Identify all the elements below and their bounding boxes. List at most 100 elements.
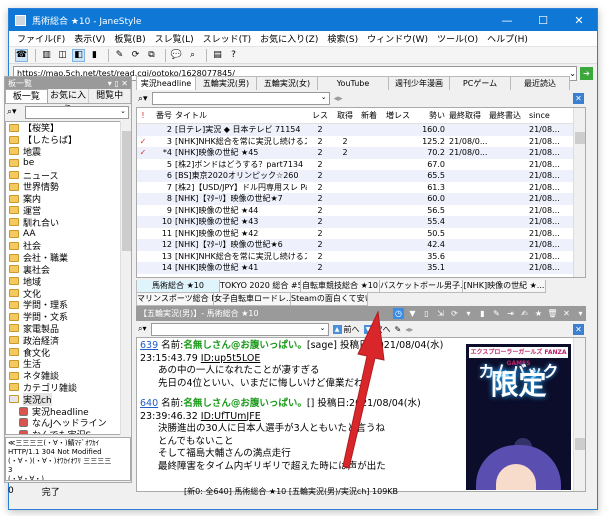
table-row[interactable]: 9 [NHK]映像の世紀 ★44 2 56.5 21/08... <box>137 205 585 217</box>
splitter-icon[interactable]: ◂▸ <box>405 325 413 334</box>
thread-tab[interactable]: 自転車競技総合 ★10 <box>300 280 380 293</box>
jump-icon[interactable]: ⇥ <box>505 308 516 319</box>
board-tab[interactable]: 五輪実況(女) <box>256 76 318 90</box>
search-icon[interactable]: ⌕▾ <box>138 324 147 334</box>
board-tree-scrollbar[interactable] <box>120 121 131 435</box>
dropdown-icon[interactable]: ▾ <box>463 308 474 319</box>
table-row[interactable]: ✓ 3 [NHK]NHK総合を常に実況し続けるス... 2 2 125.2 21/08/0.… <box>137 136 585 148</box>
board-tab[interactable]: 実況headline <box>136 76 196 90</box>
close-thread-icon[interactable]: ✕ <box>561 308 572 319</box>
document-icon[interactable]: ▯ <box>421 308 432 319</box>
column-header[interactable]: レス <box>307 110 333 121</box>
minimize-button[interactable]: — <box>489 14 525 27</box>
refresh-icon[interactable]: ⟳ <box>129 49 142 62</box>
advertisement-banner[interactable]: エクスプローラーガールズ FANZA GAMES カムバック 限定 <box>466 344 571 490</box>
write-icon[interactable]: ✎ <box>113 49 126 62</box>
board-category[interactable]: 生活 <box>6 358 121 370</box>
highlight-pen-icon[interactable]: ✎ <box>395 325 402 334</box>
board-category[interactable]: 馴れ合い <box>6 216 121 229</box>
board-item[interactable]: 実況headline <box>6 405 121 418</box>
board-category[interactable]: 実況ch <box>6 392 121 406</box>
column-header[interactable]: ! <box>137 111 149 120</box>
tab-board-list[interactable]: 板一覧 <box>5 89 48 103</box>
copy-icon[interactable]: ⧉ <box>145 49 158 62</box>
board-category[interactable]: 地震 <box>6 146 121 158</box>
column-header[interactable]: 増レス <box>381 110 415 121</box>
layout-3-icon[interactable]: ◧ <box>72 48 85 62</box>
board-tab[interactable]: 週刊少年漫画 <box>388 76 450 90</box>
post-number-link[interactable]: 639 <box>140 340 158 351</box>
pen-icon[interactable]: ✎ <box>491 308 502 319</box>
layout-1-icon[interactable]: ▥ <box>40 49 53 62</box>
search-icon[interactable]: ⌕ <box>186 49 199 62</box>
board-category[interactable]: 地域 <box>6 275 121 288</box>
layout-2-icon[interactable]: ◫ <box>56 49 69 62</box>
table-row[interactable]: 11 [NHK]映像の世紀 ★42 2 50.5 21/08... <box>137 228 585 240</box>
column-header[interactable]: 番号 <box>149 110 175 121</box>
panel-controls-icon[interactable]: ▾ ▯ ✕ <box>108 79 128 88</box>
reload-icon[interactable]: ⟳ <box>449 308 460 319</box>
table-row[interactable]: 8 [NHK]【ﾏﾀｰﾘ】映像の世紀★7 2 60.0 21/08... <box>137 193 585 205</box>
book-icon[interactable]: ▤ <box>211 49 224 62</box>
board-category[interactable]: 学問・理系 <box>6 299 121 311</box>
table-row[interactable]: 14 [NHK]映像の世紀 ★41 2 35.1 21/08... <box>137 262 585 274</box>
board-category[interactable]: 運営 <box>6 205 121 217</box>
trash-icon[interactable]: 🗑 <box>547 308 558 319</box>
menu-board[interactable]: 板覧(B) <box>114 32 145 45</box>
comment-icon[interactable]: 💬 <box>170 49 183 62</box>
viewer-search-input[interactable]: ⌄ <box>150 322 329 336</box>
board-tab[interactable]: 五輪実況(男) <box>195 76 257 90</box>
board-item[interactable]: なんでも実況S <box>6 429 121 434</box>
auto-reload-icon[interactable]: ◷ <box>393 308 404 319</box>
table-row[interactable]: 5 [株2]ボンドはどうする？part7134 2 67.0 21/08... <box>137 159 585 171</box>
search-icon[interactable]: ⌕▾ <box>138 94 148 104</box>
search-icon[interactable]: ⌕▾ <box>7 107 25 117</box>
column-header[interactable]: 最終書込 <box>489 110 529 121</box>
tab-favorites[interactable]: お気に入り <box>48 89 90 115</box>
board-category[interactable]: カテゴリ雑談 <box>6 382 121 394</box>
board-category[interactable]: 社会 <box>6 240 121 252</box>
export-icon[interactable]: ⇲ <box>435 308 446 319</box>
close-search-icon[interactable]: ✕ <box>573 323 584 335</box>
board-category[interactable]: AA <box>6 228 121 240</box>
board-category[interactable]: ネタ雑談 <box>6 370 121 382</box>
splitter-icon[interactable]: ◂▸ <box>334 94 343 104</box>
menu-help[interactable]: ヘルプ(H) <box>487 32 528 45</box>
layout-4-icon[interactable]: ▮ <box>88 49 101 62</box>
column-header[interactable]: 取得 <box>333 110 357 121</box>
connect-icon[interactable]: ☎ <box>15 48 28 62</box>
column-header[interactable]: 勢い <box>415 110 449 121</box>
post-number-link[interactable]: 640 <box>140 398 158 409</box>
tab-browsing[interactable]: 閲覧中 <box>89 89 132 103</box>
post-author-name[interactable]: 名無しさん@お腹いっぱい。 <box>183 340 307 351</box>
thread-tab[interactable]: 馬術総合 ★10 <box>136 280 220 293</box>
table-row[interactable]: ✓ *4 [NHK]映像の世紀 ★45 2 2 70.2 21/08/0... 21/08..… <box>137 147 585 159</box>
board-category[interactable]: 世界情勢 <box>6 181 121 193</box>
menu-window[interactable]: ウィンドウ(W) <box>367 32 428 45</box>
table-row[interactable]: 13 [NHK]NHK総合を常に実況し続けるス... 2 35.6 21/08... <box>137 251 585 263</box>
board-category[interactable]: 文化 <box>6 287 121 300</box>
board-category[interactable]: ニュース <box>6 169 121 182</box>
menu-thread[interactable]: スレッド(T) <box>203 32 252 45</box>
thread-tab[interactable]: Steamの面白くて安い... <box>290 293 368 306</box>
board-tab[interactable]: PCゲーム <box>449 76 511 90</box>
close-list-icon[interactable]: ✕ <box>573 93 584 104</box>
board-category[interactable]: 学問・文系 <box>6 311 121 323</box>
post-id-link[interactable]: ID:UfTUmJFE <box>201 411 261 422</box>
help-icon[interactable]: ? <box>227 49 240 62</box>
menu-tools[interactable]: ツール(O) <box>437 32 478 45</box>
board-category[interactable]: be <box>6 157 121 169</box>
column-header[interactable]: since <box>529 111 563 120</box>
close-button[interactable]: ✕ <box>561 14 597 27</box>
menu-file[interactable]: ファイル(F) <box>17 32 65 45</box>
board-category[interactable]: 【したらば】 <box>6 134 121 146</box>
next-button[interactable]: ▼ 次へ <box>363 324 391 335</box>
prev-button[interactable]: ▲ 前へ <box>332 324 360 335</box>
thread-tab[interactable]: バスケットボール男子... <box>379 280 463 293</box>
thread-search-input[interactable]: ⌄ <box>151 92 330 105</box>
table-row[interactable]: 6 [BS]東京2020オリンピック☆260 2 65.5 21/08... <box>137 170 585 182</box>
thread-list-scrollbar[interactable] <box>573 108 585 277</box>
board-category[interactable]: 案内 <box>6 193 121 205</box>
board-category[interactable]: 会社・職業 <box>6 252 121 264</box>
column-header[interactable]: タイトル <box>175 110 307 121</box>
